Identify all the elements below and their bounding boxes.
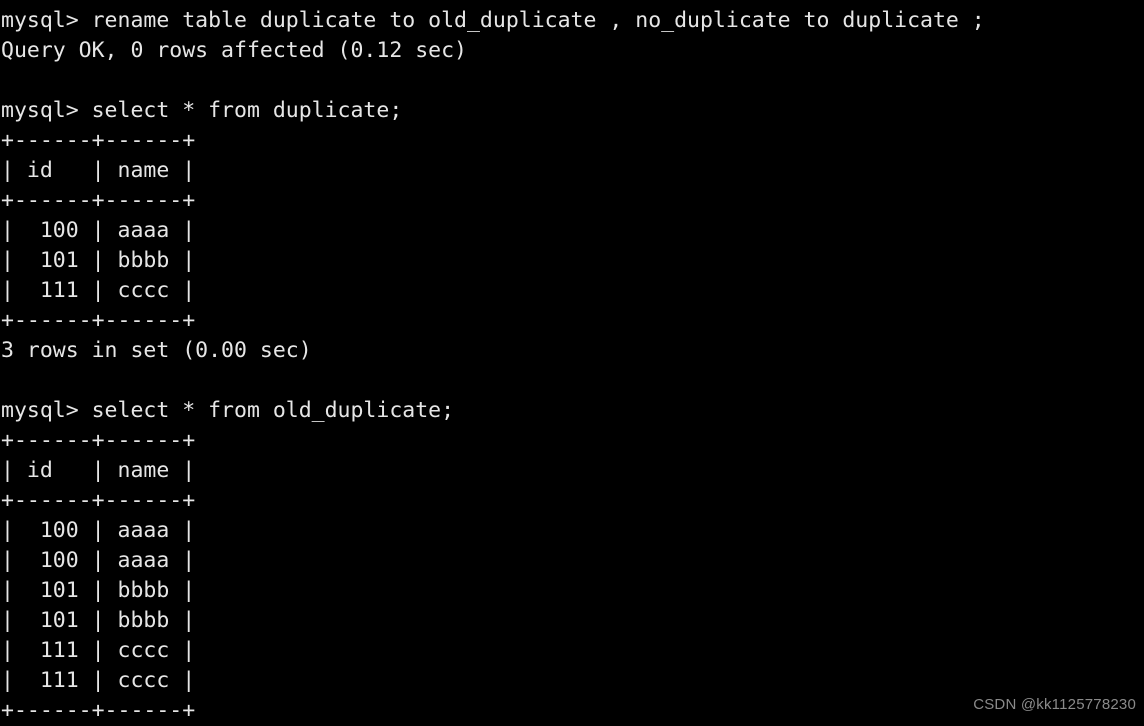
terminal-output[interactable]: mysql> rename table duplicate to old_dup… — [0, 0, 1144, 726]
terminal-line: +------+------+ — [1, 188, 196, 213]
terminal-line: | 111 | cccc | — [1, 638, 196, 663]
terminal-line: mysql> select * from old_duplicate; — [1, 398, 455, 423]
terminal-line: +------+------+ — [1, 308, 196, 333]
csdn-watermark: CSDN @kk1125778230 — [973, 696, 1136, 713]
terminal-line: | 100 | aaaa | — [1, 518, 196, 543]
terminal-line: 3 rows in set (0.00 sec) — [1, 338, 312, 363]
terminal-line: +------+------+ — [1, 488, 196, 513]
terminal-line: | 111 | cccc | — [1, 668, 196, 693]
terminal-line: +------+------+ — [1, 128, 196, 153]
terminal-line: | 100 | aaaa | — [1, 548, 196, 573]
terminal-line: | 101 | bbbb | — [1, 248, 196, 273]
terminal-window[interactable]: mysql> rename table duplicate to old_dup… — [0, 0, 1144, 723]
terminal-line: mysql> select * from duplicate; — [1, 98, 403, 123]
terminal-line: | id | name | — [1, 158, 196, 183]
terminal-line: | 111 | cccc | — [1, 278, 196, 303]
terminal-line: | 101 | bbbb | — [1, 608, 196, 633]
terminal-line: Query OK, 0 rows affected (0.12 sec) — [1, 38, 467, 63]
terminal-line: mysql> rename table duplicate to old_dup… — [1, 8, 985, 33]
terminal-line: | 101 | bbbb | — [1, 578, 196, 603]
terminal-line: | id | name | — [1, 458, 196, 483]
terminal-line: +------+------+ — [1, 428, 196, 453]
terminal-line: | 100 | aaaa | — [1, 218, 196, 243]
